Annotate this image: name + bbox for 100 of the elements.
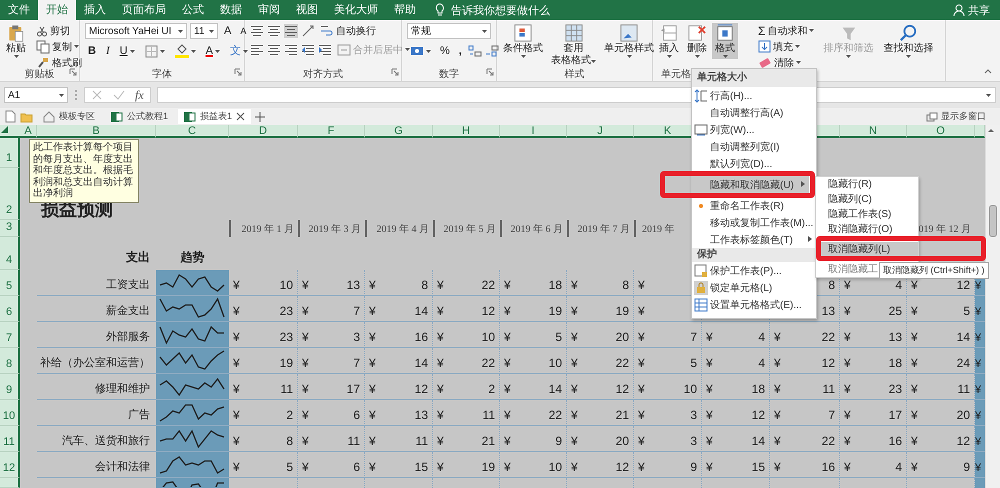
menu-item[interactable]: 取消隐藏行(O) xyxy=(816,222,918,237)
row-header[interactable]: 2 xyxy=(0,168,20,220)
column-header[interactable]: O xyxy=(907,125,975,138)
format-as-table-button[interactable]: 套用 表格格式 xyxy=(548,23,599,67)
row-header[interactable]: 3 xyxy=(0,220,20,237)
ribbon-tab[interactable]: 审阅 xyxy=(250,0,288,20)
clear-button[interactable]: 清除 xyxy=(756,55,816,70)
paintbrush-icon xyxy=(36,56,50,70)
font-color-button[interactable]: A xyxy=(202,43,223,59)
expense-label: 外部服务 xyxy=(106,330,150,344)
row-header[interactable]: 11 xyxy=(0,426,20,452)
menu-item[interactable]: 默认列宽(D)... xyxy=(692,155,816,172)
menu-item[interactable]: 设置单元格格式(E)... xyxy=(692,296,816,313)
underline-button[interactable]: U xyxy=(116,43,138,59)
row-header[interactable]: 4 xyxy=(0,237,20,270)
ribbon-tab[interactable]: 视图 xyxy=(288,0,326,20)
currency-symbol: ¥ xyxy=(302,356,309,370)
ribbon-tab[interactable]: 页面布局 xyxy=(114,0,174,20)
tell-me-field[interactable]: 告诉我你想要做什么 xyxy=(451,2,550,18)
column-header[interactable]: A xyxy=(20,125,37,138)
paste-button[interactable]: 粘贴 xyxy=(3,23,29,59)
percent-button[interactable]: % xyxy=(437,43,453,59)
menu-item[interactable]: 锁定单元格(L) xyxy=(692,279,816,296)
wrap-text-button[interactable]: 自动换行 xyxy=(318,23,378,38)
column-header[interactable]: G xyxy=(365,125,433,138)
format-button[interactable]: 格式 xyxy=(712,23,738,59)
row-header[interactable]: 10 xyxy=(0,400,20,426)
shrink-font-button[interactable]: A xyxy=(237,23,250,39)
currency-symbol: ¥ xyxy=(975,358,982,370)
bold-button[interactable]: B xyxy=(85,43,99,59)
ribbon-tab[interactable]: 公式 xyxy=(174,0,212,20)
menu-item[interactable]: 隐藏列(C) xyxy=(816,192,918,207)
autosum-button[interactable]: Σ 自动求和 xyxy=(756,23,816,38)
row-header[interactable]: 7 xyxy=(0,322,20,348)
name-box[interactable]: A1 xyxy=(4,87,68,103)
font-name-field[interactable]: Microsoft YaHei UI xyxy=(85,23,187,39)
row-header[interactable]: 9 xyxy=(0,374,20,400)
font-size-field[interactable]: 11 xyxy=(190,23,218,39)
column-header[interactable]: H xyxy=(433,125,500,138)
column-header[interactable]: D xyxy=(229,125,298,138)
insert-button[interactable]: 插入 xyxy=(656,23,682,59)
column-header[interactable]: C xyxy=(156,125,229,138)
share-button[interactable]: 共享 xyxy=(951,2,992,18)
menu-item[interactable]: 自动调整列宽(I) xyxy=(692,138,816,155)
format-painter-button[interactable]: 格式刷 xyxy=(34,55,84,70)
menu-item[interactable]: 隐藏工作表(S) xyxy=(816,207,918,222)
row-header[interactable]: 8 xyxy=(0,348,20,374)
row-header[interactable] xyxy=(0,478,20,488)
conditional-format-button[interactable]: 条件格式 xyxy=(500,23,546,59)
cut-button[interactable]: 剪切 xyxy=(34,23,84,38)
ribbon-tab[interactable]: 文件 xyxy=(0,0,38,20)
number-format-field[interactable]: 常规 xyxy=(407,23,491,39)
ribbon-tab[interactable]: 插入 xyxy=(76,0,114,20)
column-header[interactable] xyxy=(975,125,985,138)
insert-function-button[interactable]: fx xyxy=(135,88,144,102)
ribbon-tab[interactable]: 帮助 xyxy=(386,0,424,20)
menu-item[interactable]: 重命名工作表(R) xyxy=(692,197,816,214)
currency-symbol: ¥ xyxy=(437,382,444,396)
delete-button[interactable]: 删除 xyxy=(684,23,710,59)
phonetic-button[interactable]: 文 xyxy=(226,43,251,59)
fill-button[interactable]: 填充 xyxy=(756,39,816,54)
document-tab[interactable]: 公式教程1 xyxy=(105,109,174,124)
cell-value: 4 xyxy=(758,330,765,344)
ribbon-tab[interactable]: 美化大师 xyxy=(326,0,386,20)
copy-button[interactable]: 复制 xyxy=(34,39,84,54)
column-header[interactable]: I xyxy=(500,125,567,138)
currency-symbol: ¥ xyxy=(437,408,444,422)
column-header[interactable]: B xyxy=(37,125,156,138)
row-header[interactable]: 5 xyxy=(0,270,20,296)
cell-value: 11 xyxy=(482,408,495,422)
column-header[interactable]: N xyxy=(840,125,907,138)
column-header[interactable]: J xyxy=(567,125,634,138)
row-header[interactable]: 12 xyxy=(0,452,20,478)
cell-styles-button[interactable]: 单元格样式 xyxy=(601,23,657,59)
caret-icon xyxy=(666,55,672,58)
menu-item[interactable]: 自动调整行高(A) xyxy=(692,104,816,121)
comma-button[interactable]: , xyxy=(456,43,465,59)
menu-item[interactable]: 隐藏和取消隐藏(U) xyxy=(692,176,809,193)
menu-item[interactable]: 移动或复制工作表(M)... xyxy=(692,214,816,231)
menu-item[interactable]: 隐藏行(R) xyxy=(816,177,918,192)
select-all-button[interactable] xyxy=(0,125,20,138)
document-tab[interactable]: 损益表1 xyxy=(178,109,252,124)
scroll-thumb[interactable] xyxy=(989,205,997,237)
multi-window-button[interactable]: 显示多窗口 xyxy=(941,110,986,123)
menu-item[interactable]: 行高(H)... xyxy=(692,87,816,104)
column-header[interactable]: F xyxy=(298,125,365,138)
document-tab[interactable]: 模板专区 xyxy=(37,109,101,124)
expense-label: 修理和维护 xyxy=(95,382,150,396)
menu-item[interactable]: 工作表标签颜色(T) xyxy=(692,231,816,248)
italic-button[interactable]: I xyxy=(102,43,113,59)
month-header: 2019 年 xyxy=(642,222,674,236)
row-header[interactable]: 1 xyxy=(0,138,20,168)
ribbon-tab[interactable]: 数据 xyxy=(212,0,250,20)
scrollbar[interactable] xyxy=(985,125,1000,488)
row-header[interactable]: 6 xyxy=(0,296,20,322)
grow-font-button[interactable]: A xyxy=(221,23,234,39)
cell-value: 16 xyxy=(414,330,428,344)
menu-item[interactable]: 保护工作表(P)... xyxy=(692,262,816,279)
ribbon-tab[interactable]: 开始 xyxy=(38,0,76,20)
find-select-button[interactable]: 查找和选择 xyxy=(880,23,936,59)
